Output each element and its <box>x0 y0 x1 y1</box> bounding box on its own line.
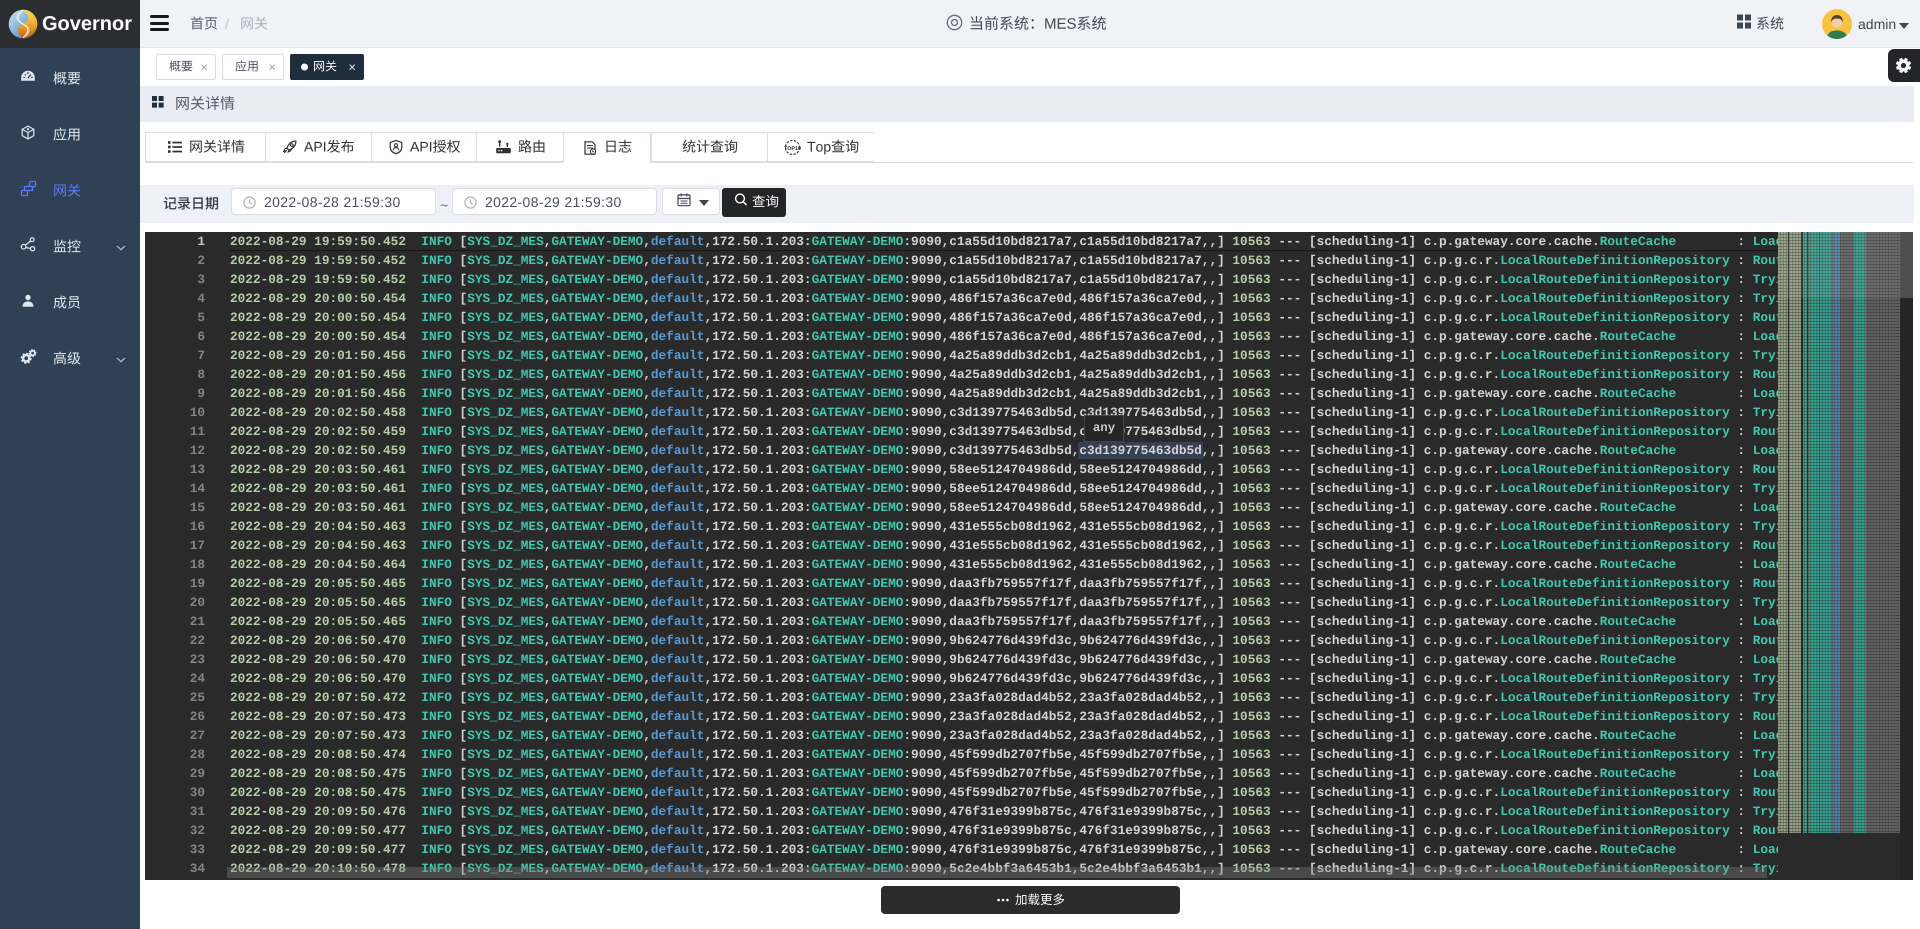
svg-text:TOP10: TOP10 <box>784 146 801 152</box>
